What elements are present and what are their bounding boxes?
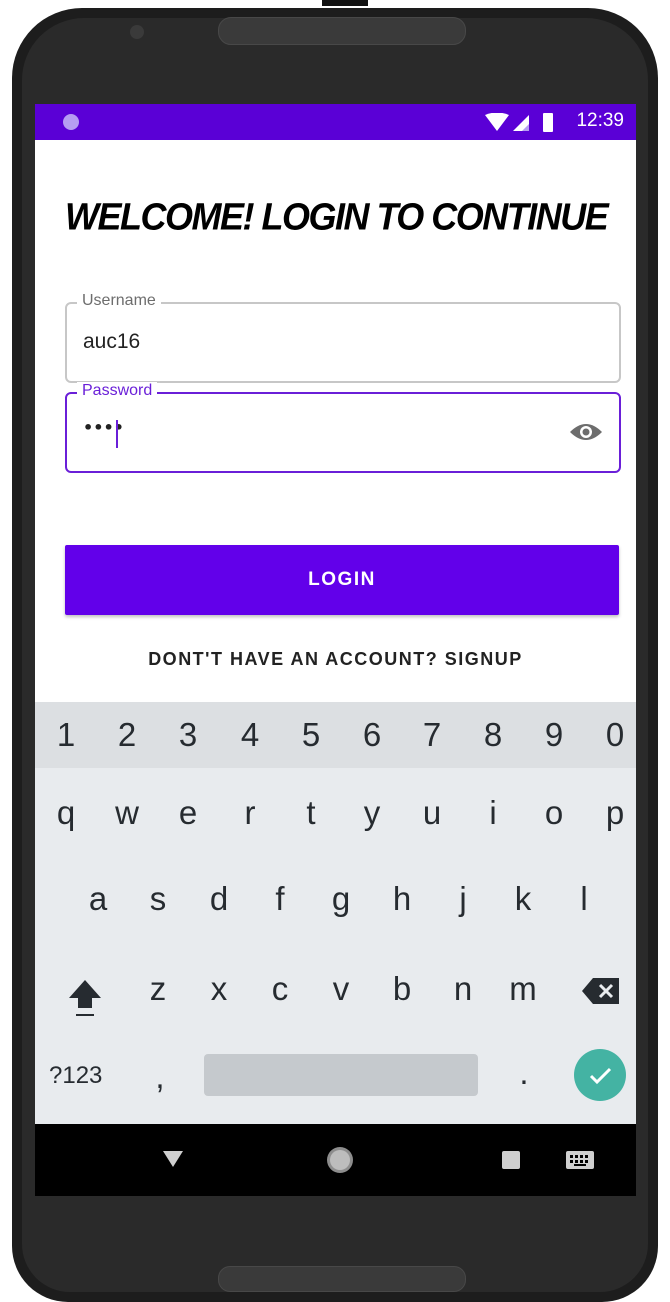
keyboard-icon[interactable] xyxy=(565,1150,595,1170)
key-o[interactable]: o xyxy=(529,794,579,832)
status-icons xyxy=(485,113,553,132)
bottom-speaker xyxy=(218,1266,466,1292)
key-1[interactable]: 1 xyxy=(41,716,91,754)
key-c[interactable]: c xyxy=(255,970,305,1008)
password-field[interactable]: Password •••• xyxy=(65,382,621,473)
app-screen: 12:39 WELCOME! LOGIN TO CONTINUE Usernam… xyxy=(35,104,636,1196)
key-7[interactable]: 7 xyxy=(407,716,457,754)
shift-icon[interactable] xyxy=(67,978,103,1018)
navigation-bar xyxy=(35,1124,636,1196)
key-3[interactable]: 3 xyxy=(163,716,213,754)
eye-icon[interactable] xyxy=(569,420,603,444)
key-n[interactable]: n xyxy=(438,970,488,1008)
space-bar[interactable] xyxy=(204,1054,478,1096)
key-0[interactable]: 0 xyxy=(590,716,636,754)
key-4[interactable]: 4 xyxy=(225,716,275,754)
page-title: WELCOME! LOGIN TO CONTINUE xyxy=(65,194,609,238)
key-2[interactable]: 2 xyxy=(102,716,152,754)
key-q[interactable]: q xyxy=(41,794,91,832)
key-v[interactable]: v xyxy=(316,970,366,1008)
key-x[interactable]: x xyxy=(194,970,244,1008)
key-5[interactable]: 5 xyxy=(286,716,336,754)
key-k[interactable]: k xyxy=(498,880,548,918)
key-z[interactable]: z xyxy=(133,970,183,1008)
key-r[interactable]: r xyxy=(225,794,275,832)
key-h[interactable]: h xyxy=(377,880,427,918)
key-l[interactable]: l xyxy=(559,880,609,918)
period-key[interactable]: . xyxy=(499,1054,549,1092)
key-i[interactable]: i xyxy=(468,794,518,832)
key-y[interactable]: y xyxy=(347,794,397,832)
password-label: Password xyxy=(77,382,158,400)
symbols-key[interactable]: ?123 xyxy=(49,1062,119,1090)
home-icon[interactable] xyxy=(325,1145,355,1175)
done-key[interactable] xyxy=(574,1049,626,1101)
key-8[interactable]: 8 xyxy=(468,716,518,754)
backspace-icon[interactable] xyxy=(581,976,621,1006)
check-icon xyxy=(589,1067,612,1085)
wifi-icon xyxy=(485,113,509,131)
key-9[interactable]: 9 xyxy=(529,716,579,754)
text-cursor xyxy=(116,420,118,448)
key-j[interactable]: j xyxy=(438,880,488,918)
username-value[interactable]: auc16 xyxy=(83,330,140,354)
username-field[interactable]: Username auc16 xyxy=(65,292,621,383)
key-a[interactable]: a xyxy=(73,880,123,918)
key-6[interactable]: 6 xyxy=(347,716,397,754)
back-icon[interactable] xyxy=(162,1150,184,1168)
login-button[interactable]: LOGIN xyxy=(65,545,619,615)
key-b[interactable]: b xyxy=(377,970,427,1008)
status-bar: 12:39 xyxy=(35,104,636,140)
soft-keyboard: 1 2 3 4 5 6 7 8 9 0 q w e r t y u i o p … xyxy=(35,702,636,1124)
key-f[interactable]: f xyxy=(255,880,305,918)
key-t[interactable]: t xyxy=(286,794,336,832)
key-d[interactable]: d xyxy=(194,880,244,918)
notification-icon xyxy=(63,114,79,130)
key-g[interactable]: g xyxy=(316,880,366,918)
front-camera xyxy=(130,25,144,39)
key-s[interactable]: s xyxy=(133,880,183,918)
key-w[interactable]: w xyxy=(102,794,152,832)
recents-icon[interactable] xyxy=(501,1150,521,1170)
earpiece-speaker xyxy=(218,17,466,45)
top-edge-marker xyxy=(322,0,368,6)
signup-link[interactable]: DONT'T HAVE AN ACCOUNT? SIGNUP xyxy=(35,649,636,670)
status-time: 12:39 xyxy=(576,110,624,131)
comma-key[interactable]: , xyxy=(135,1058,185,1096)
battery-icon xyxy=(543,113,553,132)
key-e[interactable]: e xyxy=(163,794,213,832)
username-label: Username xyxy=(77,292,161,310)
key-m[interactable]: m xyxy=(498,970,548,1008)
key-u[interactable]: u xyxy=(407,794,457,832)
key-p[interactable]: p xyxy=(590,794,636,832)
